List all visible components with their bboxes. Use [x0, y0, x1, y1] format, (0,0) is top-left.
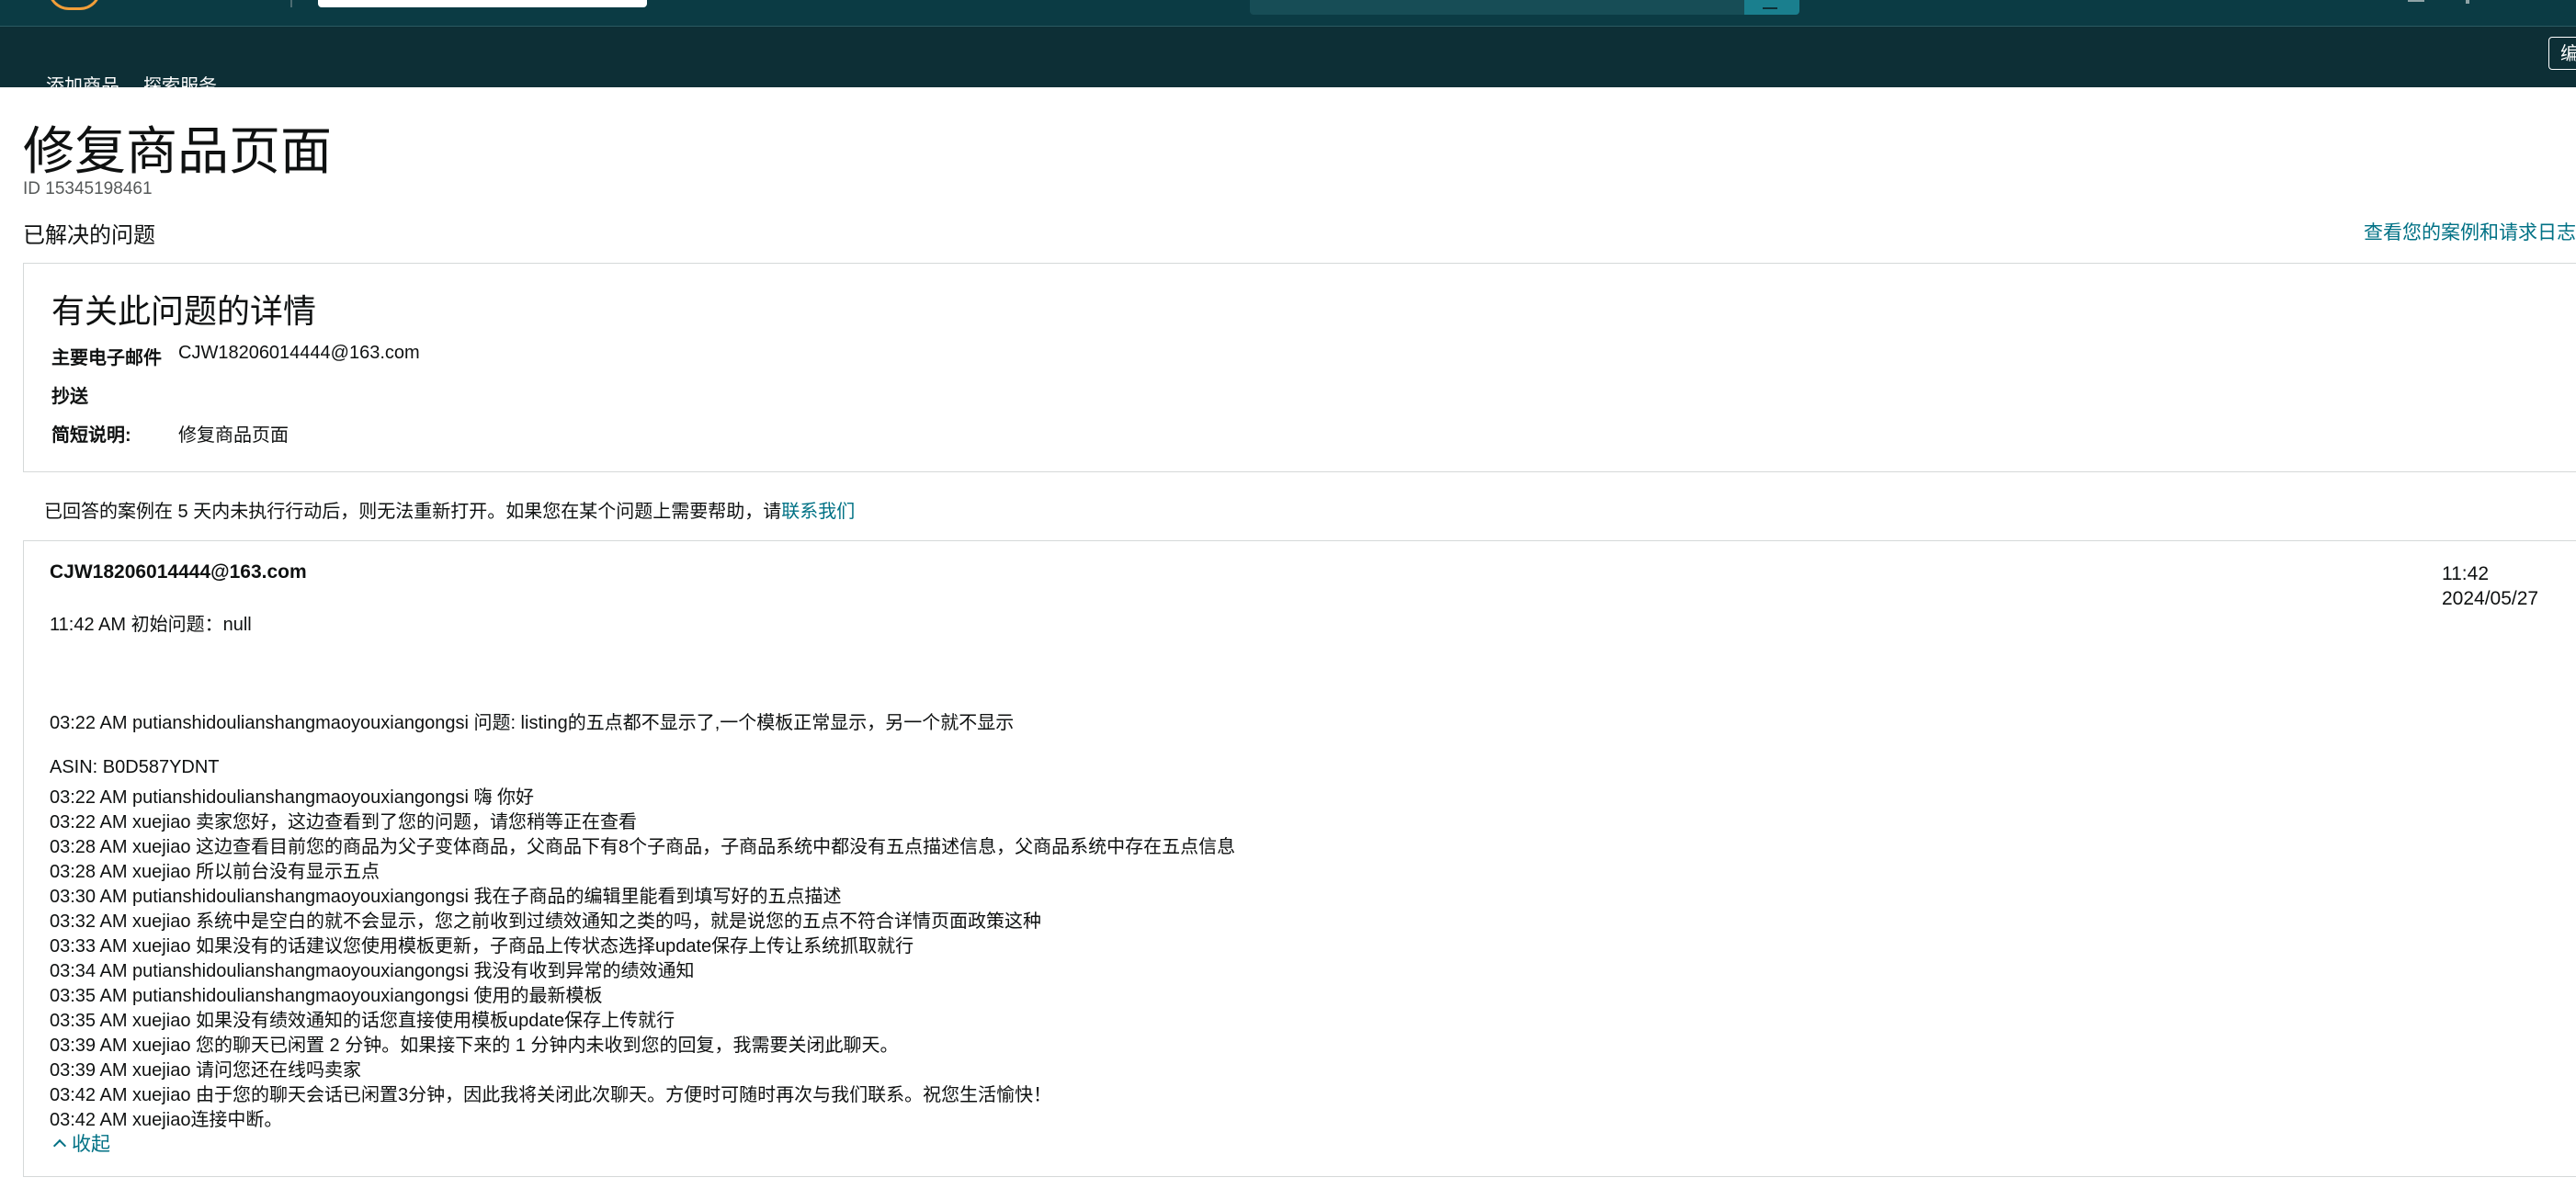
chevron-up-icon [52, 1138, 67, 1153]
contact-us-link[interactable]: 联系我们 [781, 502, 855, 522]
chat-message: 03:35 AM putianshidoulianshangmaoyouxian… [50, 986, 603, 1006]
notice-text: 已回答的案例在 5 天内未执行行动后，则无法重新打开。如果您在某个问题上需要帮助… [44, 502, 782, 522]
conversation-date: 2024/05/27 [2442, 588, 2539, 609]
reopen-notice: 已回答的案例在 5 天内未执行行动后，则无法重新打开。如果您在某个问题上需要帮助… [44, 496, 855, 523]
nav-bar: 添加商品 探索服务 [0, 26, 2576, 96]
initial-question: 11:42 AM 初始问题：null [50, 615, 252, 635]
chat-message: 03:39 AM xuejiao 您的聊天已闲置 2 分钟。如果接下来的 1 分… [50, 1036, 899, 1056]
conversation-time: 11:42 [2442, 563, 2489, 584]
search-input[interactable] [1250, 0, 1744, 15]
nav-item-explore-services[interactable]: 探索服务 [143, 71, 217, 97]
chat-message: 03:42 AM xuejiao连接中断。 [50, 1110, 283, 1130]
amazon-logo[interactable] [48, 0, 101, 10]
chat-message: 03:22 AM putianshidoulianshangmaoyouxian… [50, 787, 535, 808]
case-log-link[interactable]: 查看您的案例和请求日志 [2364, 218, 2576, 245]
cc-label: 抄送 [51, 387, 88, 407]
chat-message: 03:35 AM xuejiao 如果没有绩效通知的话您直接使用模板update… [50, 1011, 675, 1031]
chat-message: 03:30 AM putianshidoulianshangmaoyouxian… [50, 887, 842, 907]
page-title: 修复商品页面 [23, 122, 332, 180]
conversation-sender: CJW18206014444@163.com [50, 561, 307, 583]
primary-email-value: CJW18206014444@163.com [178, 343, 420, 363]
store-selector[interactable] [318, 0, 647, 7]
conversation-timestamp: 11:42 2024/05/27 [2442, 561, 2538, 611]
chat-message: 03:33 AM xuejiao 如果没有的话建议您使用模板更新，子商品上传状态… [50, 936, 914, 957]
summary-value: 修复商品页面 [178, 425, 289, 446]
nav-item-add-product[interactable]: 添加商品 [46, 71, 119, 97]
chat-message: ASIN: B0D587YDNT [50, 757, 220, 777]
chat-message: 03:28 AM xuejiao 所以前台没有显示五点 [50, 862, 380, 882]
primary-email-label: 主要电子邮件 [51, 348, 162, 368]
header-divider [290, 0, 292, 7]
collapse-button[interactable]: 收起 [52, 1129, 110, 1157]
mail-icon[interactable] [2408, 0, 2424, 2]
case-id: ID 15345198461 [23, 179, 153, 198]
search-icon [1763, 0, 1777, 9]
settings-icon[interactable] [2466, 0, 2469, 4]
case-status: 已解决的问题 [23, 223, 155, 248]
chat-message: 03:22 AM putianshidoulianshangmaoyouxian… [50, 713, 1015, 733]
chat-message: 03:34 AM putianshidoulianshangmaoyouxian… [50, 961, 695, 981]
summary-label: 简短说明: [51, 425, 131, 446]
conversation-card: CJW18206014444@163.com 11:42 2024/05/27 … [23, 540, 2576, 1177]
details-title: 有关此问题的详情 [51, 292, 317, 330]
chat-message: 03:39 AM xuejiao 请问您还在线吗卖家 [50, 1060, 361, 1081]
issue-details-card: 有关此问题的详情 主要电子邮件 CJW18206014444@163.com 抄… [23, 263, 2576, 472]
chat-message: 03:42 AM xuejiao 由于您的聊天会话已闲置3分钟，因此我将关闭此次… [50, 1085, 1052, 1105]
chat-message: 03:28 AM xuejiao 这边查看目前您的商品为父子变体商品，父商品下有… [50, 837, 1236, 857]
chat-message: 03:32 AM xuejiao 系统中是空白的就不会显示，您之前收到过绩效通知… [50, 911, 1041, 932]
collapse-label: 收起 [72, 1134, 110, 1155]
chat-message: 03:22 AM xuejiao 卖家您好，这边查看到了您的问题，请您稍等正在查… [50, 812, 637, 832]
top-header [0, 0, 2576, 26]
nav-edit-button[interactable]: 编 [2548, 37, 2576, 70]
